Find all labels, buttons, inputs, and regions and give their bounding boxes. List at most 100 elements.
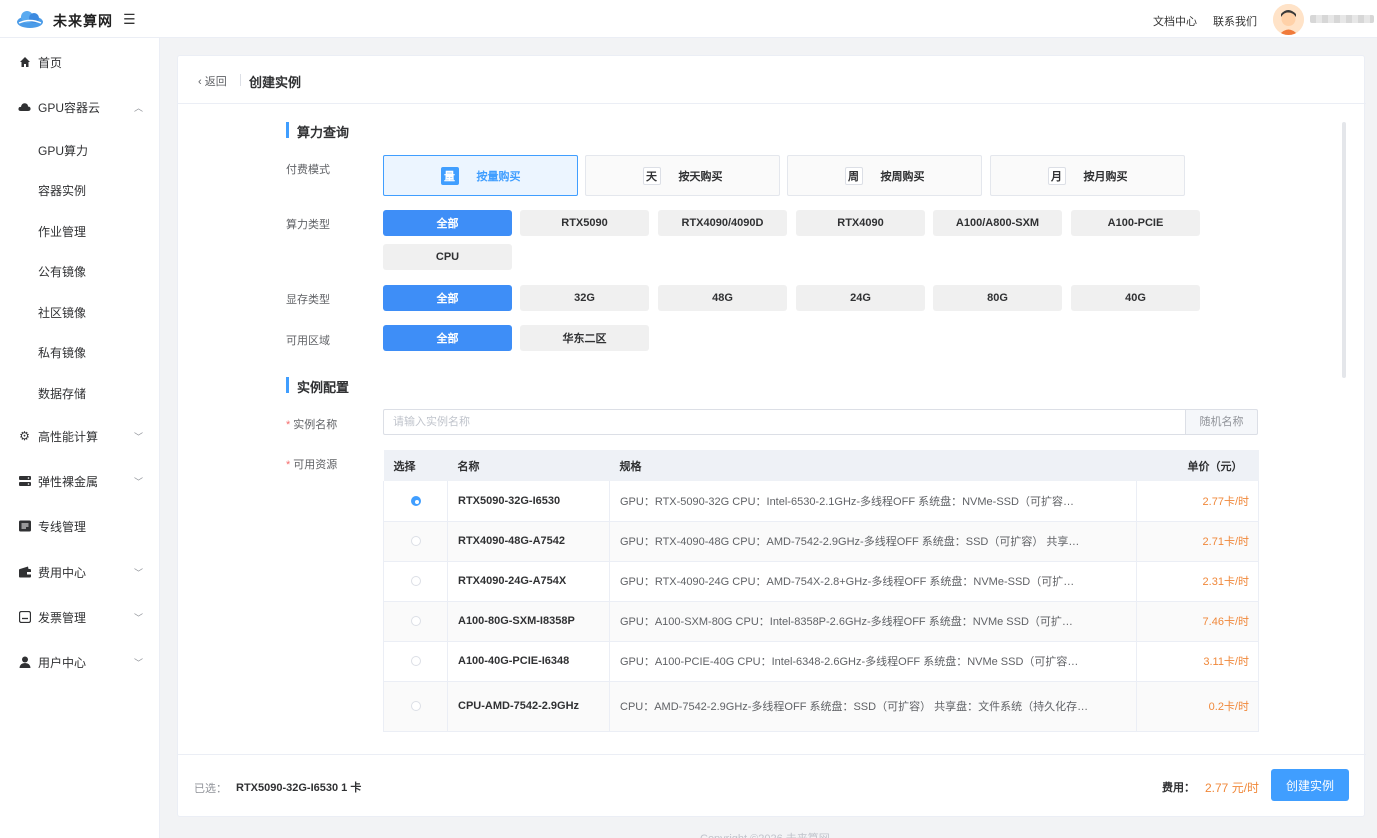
resource-price: 3.11卡/时 xyxy=(1136,641,1259,682)
resource-name: RTX4090-48G-A7542 xyxy=(447,521,610,562)
instance-name-label: * 实例名称 xyxy=(286,419,338,431)
sidebar-item-data-storage[interactable]: 数据存储 xyxy=(0,373,160,413)
cloud-icon xyxy=(18,101,31,114)
select-radio[interactable] xyxy=(383,641,448,682)
resource-price: 0.2卡/时 xyxy=(1136,681,1259,732)
chevron-up-icon: ︿ xyxy=(134,102,144,113)
select-radio[interactable] xyxy=(383,681,448,732)
radio-icon[interactable] xyxy=(410,536,421,547)
resource-table: 选择 名称 规格 单价（元） RTX5090-32G-I6530 GPU：RTX… xyxy=(383,450,1259,732)
region-label: 可用区域 xyxy=(286,335,330,347)
memory-type-option[interactable]: 40G xyxy=(1071,285,1200,311)
chevron-down-icon: ﹀ xyxy=(134,612,144,623)
sidebar-item-bare-metal[interactable]: 弹性裸金属 ﹀ xyxy=(0,461,160,501)
resource-name: RTX5090-32G-I6530 xyxy=(447,481,610,522)
docs-link[interactable]: 文档中心 xyxy=(1153,13,1197,29)
radio-icon[interactable] xyxy=(410,701,421,712)
random-name-button[interactable]: 随机名称 xyxy=(1185,409,1258,435)
resource-name: A100-80G-SXM-I8358P xyxy=(447,601,610,642)
resource-price: 2.31卡/时 xyxy=(1136,561,1259,602)
top-header: 未来算网 ☰ 文档中心 联系我们 xyxy=(0,0,1377,38)
sidebar-item-private-images[interactable]: 私有镜像 xyxy=(0,332,160,372)
gpu-type-option[interactable]: RTX5090 xyxy=(520,210,649,236)
table-row[interactable]: CPU-AMD-7542-2.9GHz CPU：AMD-7542-2.9GHz-… xyxy=(383,681,1259,732)
memory-type-option[interactable]: 32G xyxy=(520,285,649,311)
table-row[interactable]: RTX4090-24G-A754X GPU：RTX-4090-24G CPU：A… xyxy=(383,561,1259,602)
table-row[interactable]: RTX5090-32G-I6530 GPU：RTX-5090-32G CPU：I… xyxy=(383,481,1259,522)
sidebar-item-job-management[interactable]: 作业管理 xyxy=(0,211,160,251)
region-option[interactable]: 华东二区 xyxy=(520,325,649,351)
back-button[interactable]: ‹ 返回 xyxy=(198,73,227,89)
section-title-query: 算力查询 xyxy=(286,122,349,141)
sidebar-item-invoice[interactable]: 发票管理 ﹀ xyxy=(0,597,160,637)
radio-icon[interactable] xyxy=(410,656,421,667)
select-radio[interactable] xyxy=(383,521,448,562)
col-header-select: 选择 xyxy=(383,450,448,481)
select-radio[interactable] xyxy=(383,561,448,602)
gpu-type-option[interactable]: A100-PCIE xyxy=(1071,210,1200,236)
resource-name: RTX4090-24G-A754X xyxy=(447,561,610,602)
region-option[interactable]: 全部 xyxy=(383,325,512,351)
sidebar-item-community-images[interactable]: 社区镜像 xyxy=(0,292,160,332)
brand-name[interactable]: 未来算网 xyxy=(53,11,113,31)
gpu-type-option[interactable]: RTX4090 xyxy=(796,210,925,236)
create-instance-card: ‹ 返回 创建实例 算力查询 付费模式 量 按量购买 天 按天购买 周 按周购买… xyxy=(177,55,1366,817)
radio-selected-icon[interactable] xyxy=(410,495,421,506)
instance-name-input[interactable]: 请输入实例名称 xyxy=(383,409,1186,435)
line-icon xyxy=(18,520,31,533)
sidebar-item-hpc[interactable]: ⚙ 高性能计算 ﹀ xyxy=(0,416,160,456)
resource-spec: CPU：AMD-7542-2.9GHz-多线程OFF 系统盘：SSD（可扩容） … xyxy=(609,681,1137,732)
fee-label: 费用： xyxy=(1162,782,1195,794)
gpu-type-label: 算力类型 xyxy=(286,219,330,231)
sidebar-item-dedicated-line[interactable]: 专线管理 xyxy=(0,506,160,546)
menu-toggle-icon[interactable]: ☰ xyxy=(123,11,136,28)
radio-icon[interactable] xyxy=(410,616,421,627)
avatar[interactable] xyxy=(1273,4,1304,35)
gpu-type-option[interactable]: CPU xyxy=(383,244,512,270)
resource-spec: GPU：RTX-4090-48G CPU：AMD-7542-2.9GHz-多线程… xyxy=(609,521,1137,562)
gpu-type-option[interactable]: RTX4090/4090D xyxy=(658,210,787,236)
table-row[interactable]: A100-40G-PCIE-I6348 GPU：A100-PCIE-40G CP… xyxy=(383,641,1259,682)
create-instance-button[interactable]: 创建实例 xyxy=(1271,769,1349,801)
username-masked xyxy=(1310,15,1374,23)
col-header-price: 单价（元） xyxy=(1136,450,1259,481)
gpu-type-option[interactable]: 全部 xyxy=(383,210,512,236)
sidebar-item-container-instances[interactable]: 容器实例 xyxy=(0,170,160,210)
select-radio[interactable] xyxy=(383,601,448,642)
server-icon xyxy=(18,475,31,488)
select-radio[interactable] xyxy=(383,481,448,522)
pay-mode-weekly[interactable]: 周 按周购买 xyxy=(787,155,982,196)
memory-type-label: 显存类型 xyxy=(286,294,330,306)
memory-type-option[interactable]: 48G xyxy=(658,285,787,311)
cloud-logo-icon[interactable] xyxy=(16,8,44,30)
resource-price: 7.46卡/时 xyxy=(1136,601,1259,642)
sidebar-item-gpu-compute[interactable]: GPU算力 xyxy=(0,130,160,170)
resource-spec: GPU：RTX-4090-24G CPU：AMD-754X-2.8+GHz-多线… xyxy=(609,561,1137,602)
home-icon xyxy=(18,56,31,69)
contact-link[interactable]: 联系我们 xyxy=(1213,13,1257,29)
pay-mode-monthly[interactable]: 月 按月购买 xyxy=(990,155,1185,196)
sidebar-item-gpu-cloud[interactable]: GPU容器云 ︿ xyxy=(0,87,160,127)
gear-icon: ⚙ xyxy=(19,429,30,443)
user-icon xyxy=(18,656,31,669)
radio-icon[interactable] xyxy=(410,576,421,587)
invoice-icon xyxy=(18,611,31,624)
table-row[interactable]: RTX4090-48G-A7542 GPU：RTX-4090-48G CPU：A… xyxy=(383,521,1259,562)
scrollbar[interactable] xyxy=(1342,122,1346,378)
memory-type-option[interactable]: 80G xyxy=(933,285,1062,311)
copyright-text: Copyright ©2026 未来算网 xyxy=(700,830,830,838)
page-title: 创建实例 xyxy=(249,75,302,90)
memory-type-option[interactable]: 24G xyxy=(796,285,925,311)
gpu-type-option[interactable]: A100/A800-SXM xyxy=(933,210,1062,236)
sidebar-item-public-images[interactable]: 公有镜像 xyxy=(0,251,160,291)
sidebar-item-billing[interactable]: 费用中心 ﹀ xyxy=(0,552,160,592)
pay-mode-daily[interactable]: 天 按天购买 xyxy=(585,155,780,196)
sidebar-item-user-center[interactable]: 用户中心 ﹀ xyxy=(0,642,160,682)
resource-price: 2.77卡/时 xyxy=(1136,481,1259,522)
sidebar-item-home[interactable]: 首页 xyxy=(0,42,160,82)
col-header-spec: 规格 xyxy=(609,450,1137,481)
table-row[interactable]: A100-80G-SXM-I8358P GPU：A100-SXM-80G CPU… xyxy=(383,601,1259,642)
pay-mode-hourly[interactable]: 量 按量购买 xyxy=(383,155,578,196)
memory-type-option[interactable]: 全部 xyxy=(383,285,512,311)
resource-name: A100-40G-PCIE-I6348 xyxy=(447,641,610,682)
